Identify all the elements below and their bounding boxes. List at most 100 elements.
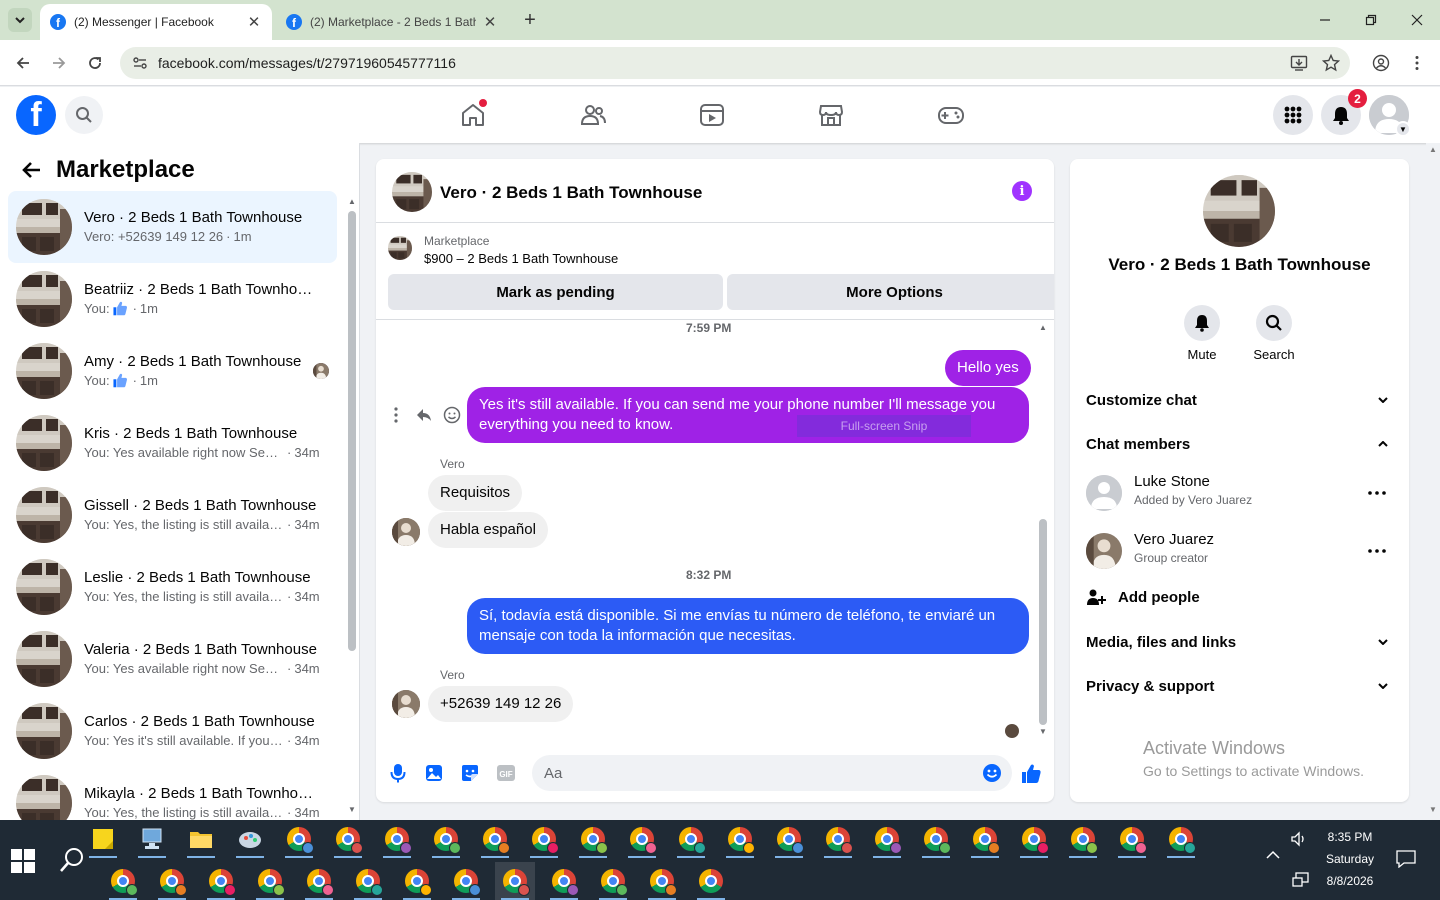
forward-icon[interactable]	[47, 51, 71, 75]
taskbar-chrome-window[interactable]	[446, 862, 486, 900]
gif-icon[interactable]: GIF	[494, 761, 518, 785]
profile-icon[interactable]	[1369, 51, 1393, 75]
info-icon[interactable]: i	[1012, 181, 1032, 201]
taskbar-chrome-window[interactable]	[328, 820, 368, 858]
taskbar-chrome-window[interactable]	[1161, 820, 1201, 858]
taskbar-app[interactable]	[181, 820, 221, 858]
sender-avatar[interactable]	[392, 518, 420, 546]
more-vertical-icon[interactable]	[384, 403, 408, 427]
home-icon[interactable]	[453, 99, 493, 131]
video-icon[interactable]	[692, 99, 732, 131]
taskbar-chrome-window[interactable]	[642, 862, 682, 900]
taskbar-app[interactable]	[83, 820, 123, 858]
tab-marketplace[interactable]: f (2) Marketplace - 2 Beds 1 Bath ✕	[276, 4, 508, 40]
taskbar-chrome-window[interactable]	[377, 820, 417, 858]
taskbar-chrome-window[interactable]	[1014, 820, 1054, 858]
chat-members-section[interactable]: Chat members	[1086, 429, 1393, 459]
sidebar-scrollbar[interactable]: ▲ ▼	[347, 197, 357, 817]
incoming-message[interactable]: Habla español	[428, 512, 548, 548]
member-row[interactable]: Luke Stone Added by Vero Juarez	[1086, 471, 1393, 515]
windows-start-icon[interactable]	[10, 848, 36, 874]
account-chevron-icon[interactable]: ▼	[1395, 121, 1411, 137]
taskbar-chrome-window[interactable]	[593, 862, 633, 900]
new-tab-button[interactable]: +	[520, 10, 540, 30]
taskbar-chrome-window[interactable]	[671, 820, 711, 858]
url-field[interactable]: facebook.com/messages/t/2797196054577711…	[120, 47, 1350, 79]
taskbar-chrome-window[interactable]	[279, 820, 319, 858]
taskbar-chrome-window[interactable]	[769, 820, 809, 858]
install-app-icon[interactable]	[1287, 51, 1311, 75]
more-horizontal-icon[interactable]	[1365, 539, 1389, 563]
browser-menu-icon[interactable]	[1405, 51, 1429, 75]
chat-title[interactable]: Vero · 2 Beds 1 Bath Townhouse	[440, 183, 702, 203]
customize-chat-section[interactable]: Customize chat	[1086, 385, 1393, 415]
conversation-item[interactable]: Valeria · 2 Beds 1 Bath Townhouse You: Ye…	[8, 623, 337, 695]
taskbar-chrome-window[interactable]	[475, 820, 515, 858]
conversation-item[interactable]: Beatriiz · 2 Beds 1 Bath Townhouse You: · 1…	[8, 263, 337, 335]
tab-search-button[interactable]	[8, 8, 32, 32]
notification-center-icon[interactable]	[1396, 850, 1418, 868]
conversation-item[interactable]: Mikayla · 2 Beds 1 Bath Townhouse You: Ye…	[8, 767, 337, 820]
outgoing-message[interactable]: Hello yes	[945, 350, 1031, 386]
close-window-icon[interactable]	[1405, 8, 1429, 32]
taskbar-chrome-window[interactable]	[1063, 820, 1103, 858]
page-scrollbar[interactable]: ▲ ▼	[1426, 143, 1440, 820]
taskbar-chrome-window[interactable]	[299, 862, 339, 900]
group-avatar[interactable]	[1203, 175, 1275, 247]
privacy-support-section[interactable]: Privacy & support	[1086, 671, 1393, 701]
restore-icon[interactable]	[1359, 8, 1383, 32]
conversation-item[interactable]: Amy · 2 Beds 1 Bath Townhouse You: · 1m	[8, 335, 337, 407]
like-thumb-icon[interactable]	[1019, 761, 1043, 785]
taskbar-time[interactable]: 8:35 PM	[1318, 830, 1382, 844]
more-options-button[interactable]: More Options	[727, 274, 1054, 310]
friends-icon[interactable]	[573, 99, 613, 131]
scrollbar-thumb[interactable]	[1039, 519, 1047, 725]
conversation-item[interactable]: Kris · 2 Beds 1 Bath Townhouse You: Yes a…	[8, 407, 337, 479]
taskbar-chrome-window[interactable]	[103, 862, 143, 900]
more-horizontal-icon[interactable]	[1365, 481, 1389, 505]
emoji-icon[interactable]	[980, 761, 1004, 785]
bookmark-star-icon[interactable]	[1319, 51, 1343, 75]
taskbar-chrome-window[interactable]	[201, 862, 241, 900]
member-avatar[interactable]	[1086, 475, 1122, 511]
incoming-message[interactable]: Requisitos	[428, 475, 523, 511]
message-input[interactable]	[532, 755, 1012, 791]
taskbar-chrome-window[interactable]	[965, 820, 1005, 858]
marketplace-icon[interactable]	[811, 99, 851, 131]
taskbar-day[interactable]: Saturday	[1318, 852, 1382, 866]
taskbar-chrome-window[interactable]	[573, 820, 613, 858]
network-icon[interactable]	[1292, 872, 1312, 888]
taskbar-app[interactable]	[230, 820, 270, 858]
taskbar-chrome-window[interactable]	[426, 820, 466, 858]
taskbar-chrome-window[interactable]	[720, 820, 760, 858]
add-people-button[interactable]: Add people	[1086, 587, 1200, 607]
tab-messenger[interactable]: f (2) Messenger | Facebook ✕	[40, 4, 272, 40]
taskbar-chrome-window[interactable]	[524, 820, 564, 858]
reply-icon[interactable]	[412, 403, 436, 427]
conversation-item[interactable]: Vero · 2 Beds 1 Bath Townhouse Vero: +526…	[8, 191, 337, 263]
taskbar-chrome-window[interactable]	[250, 862, 290, 900]
reload-icon[interactable]	[83, 51, 107, 75]
taskbar-chrome-window[interactable]	[397, 862, 437, 900]
react-emoji-icon[interactable]	[440, 403, 464, 427]
taskbar-chrome-window[interactable]	[818, 820, 858, 858]
media-files-links-section[interactable]: Media, files and links	[1086, 627, 1393, 657]
mute-button[interactable]: Mute	[1166, 305, 1238, 362]
back-arrow-icon[interactable]	[16, 155, 46, 185]
taskbar-chrome-window[interactable]	[622, 820, 662, 858]
taskbar-chrome-window[interactable]	[867, 820, 907, 858]
scrollbar-thumb[interactable]	[348, 211, 356, 651]
conversation-item[interactable]: Leslie · 2 Beds 1 Bath Townhouse You: Yes…	[8, 551, 337, 623]
listing-title[interactable]: $900 – 2 Beds 1 Bath Townhouse	[424, 251, 618, 266]
taskbar-chrome-window[interactable]	[152, 862, 192, 900]
search-conversation-button[interactable]: Search	[1238, 305, 1310, 362]
taskbar-chrome-window[interactable]	[348, 862, 388, 900]
conversation-item[interactable]: Gissell · 2 Beds 1 Bath Townhouse You: Ye…	[8, 479, 337, 551]
back-icon[interactable]	[11, 51, 35, 75]
microphone-icon[interactable]	[386, 761, 410, 785]
taskbar-date[interactable]: 8/8/2026	[1318, 874, 1382, 888]
sender-avatar[interactable]	[392, 690, 420, 718]
conversation-item[interactable]: Carlos · 2 Beds 1 Bath Townhouse You: Yes…	[8, 695, 337, 767]
facebook-logo-icon[interactable]: f	[16, 95, 56, 135]
listing-thumbnail[interactable]	[388, 236, 412, 260]
